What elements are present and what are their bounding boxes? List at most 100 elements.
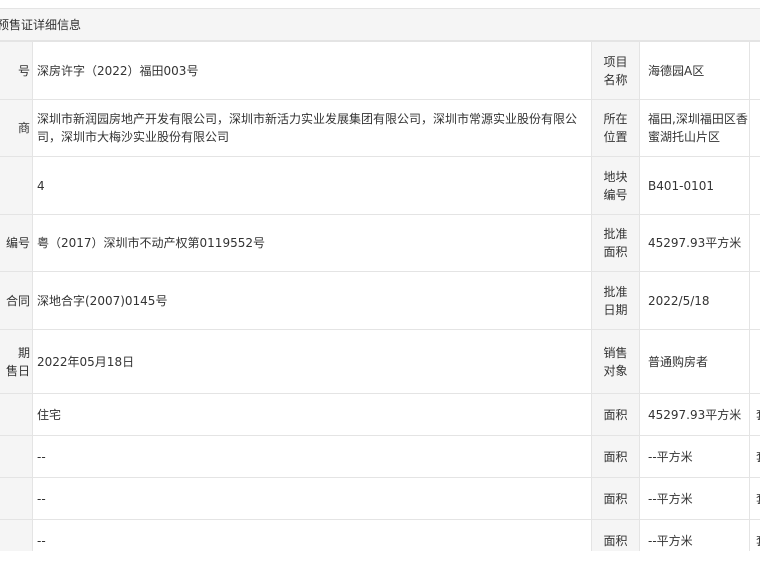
detail-row: -- 面积 --平方米 套 <box>0 435 760 478</box>
row-extra: 套 <box>756 492 760 506</box>
row-value-secondary-cell: 2022/5/18 <box>639 271 750 330</box>
row-value: -- <box>37 533 46 548</box>
detail-row: -- 面积 --平方米 套 <box>0 477 760 520</box>
row-extra-cell: 套 <box>749 477 760 520</box>
row-label-secondary-cell: 项目名称 <box>591 41 640 100</box>
row-value-secondary: B401-0101 <box>648 178 715 193</box>
row-value-secondary-cell: 45297.93平方米 <box>639 393 750 436</box>
detail-row: 编号 粤（2017）深圳市不动产权第0119552号 批准面积 45297.93平方米 <box>0 214 760 272</box>
row-extra-cell: 套 <box>749 519 760 551</box>
row-value: 深房许字（2022）福田003号 <box>37 63 199 78</box>
row-extra: 套 <box>756 450 760 464</box>
row-label-cell <box>0 393 33 436</box>
row-value: 深地合字(2007)0145号 <box>37 293 168 308</box>
row-value-secondary: 45297.93平方米 <box>648 236 742 250</box>
row-value-secondary-cell: B401-0101 <box>639 156 750 215</box>
row-label-cell <box>0 435 33 478</box>
row-label-secondary: 面积 <box>603 407 628 422</box>
row-value-secondary: --平方米 <box>648 449 693 464</box>
row-label-secondary-cell: 地块编号 <box>591 156 640 215</box>
detail-row: 号深房许字（2022）福田003号 项目名称 海德园A区 <box>0 41 760 100</box>
row-label: 合同 <box>5 293 30 308</box>
detail-row: -- 面积 --平方米 套 <box>0 519 760 551</box>
row-value-secondary-cell: --平方米 <box>639 519 750 551</box>
row-label-secondary-cell: 面积 <box>591 393 640 436</box>
row-value: -- <box>37 449 46 464</box>
row-value: 深圳市新润园房地产开发有限公司，深圳市新活力实业发展集团有限公司，深圳市常源实业… <box>37 112 578 144</box>
row-value-cell: -- <box>32 519 592 551</box>
row-label-secondary-cell: 所在位置 <box>591 99 640 157</box>
row-label-cell: 号 <box>0 41 33 100</box>
row-value-secondary: 普通购房者 <box>648 354 709 369</box>
row-value-cell: 深房许字（2022）福田003号 <box>32 41 592 100</box>
row-value: 2022年05月18日 <box>37 354 135 369</box>
row-label-secondary: 面积 <box>603 491 628 506</box>
row-label-cell <box>0 519 33 551</box>
row-value-secondary-cell: --平方米 <box>639 435 750 478</box>
row-label: 编号 <box>5 236 30 250</box>
row-label: 号 <box>17 63 30 78</box>
row-label-secondary: 批准日期 <box>603 284 628 317</box>
detail-row: 合同 深地合字(2007)0145号 批准日期 2022/5/18 <box>0 271 760 330</box>
row-label-cell <box>0 477 33 520</box>
row-value-secondary: 福田,深圳福田区香蜜湖托山片区 <box>648 112 748 144</box>
row-label-secondary-cell: 面积 <box>591 519 640 551</box>
row-value: 住宅 <box>37 407 62 422</box>
row-value-secondary: --平方米 <box>648 533 693 548</box>
row-extra-cell: 套 <box>749 393 760 436</box>
panel-header: 预售证详细信息 <box>0 8 760 41</box>
row-label-secondary-cell: 批准日期 <box>591 271 640 330</box>
detail-row: 商深圳市新润园房地产开发有限公司，深圳市新活力实业发展集团有限公司，深圳市常源实… <box>0 99 760 157</box>
row-value-cell: -- <box>32 477 592 520</box>
row-label-cell: 商 <box>0 99 33 157</box>
row-value-cell: 住宅 <box>32 393 592 436</box>
row-value-secondary-cell: 海德园A区 <box>639 41 750 100</box>
row-extra-cell <box>749 329 760 394</box>
row-label-secondary: 地块编号 <box>603 169 628 202</box>
row-label: 期 售日 <box>5 345 30 378</box>
row-extra-cell <box>749 99 760 157</box>
detail-table: 号深房许字（2022）福田003号 项目名称 海德园A区商深圳市新润园房地产开发有限… <box>0 41 760 551</box>
row-value-secondary-cell: 普通购房者 <box>639 329 750 394</box>
row-value-secondary: --平方米 <box>648 491 693 506</box>
row-value: 粤（2017）深圳市不动产权第0119552号 <box>37 236 265 250</box>
row-extra: 套 <box>756 534 760 548</box>
row-value-cell: 2022年05月18日 <box>32 329 592 394</box>
row-value-cell: -- <box>32 435 592 478</box>
row-extra-cell: 套 <box>749 435 760 478</box>
row-label-secondary-cell: 批准面积 <box>591 214 640 272</box>
row-extra-cell <box>749 271 760 330</box>
panel-title: 预售证详细信息 <box>0 18 82 32</box>
row-label-cell: 合同 <box>0 271 33 330</box>
row-value-cell: 4 <box>32 156 592 215</box>
row-label-secondary: 销售对象 <box>603 345 628 378</box>
row-value-secondary: 海德园A区 <box>648 63 705 78</box>
row-value: 4 <box>37 178 45 193</box>
detail-row: 4 地块编号 B401-0101 <box>0 156 760 215</box>
detail-row: 期 售日 2022年05月18日 销售对象 普通购房者 <box>0 329 760 394</box>
row-value-secondary-cell: --平方米 <box>639 477 750 520</box>
row-value-cell: 深地合字(2007)0145号 <box>32 271 592 330</box>
row-label-secondary: 面积 <box>603 533 628 548</box>
row-label-secondary: 面积 <box>603 449 628 464</box>
row-value-secondary: 45297.93平方米 <box>648 407 742 422</box>
row-value-secondary-cell: 45297.93平方米 <box>639 214 750 272</box>
row-label-secondary-cell: 销售对象 <box>591 329 640 394</box>
row-label-secondary-cell: 面积 <box>591 477 640 520</box>
row-value: -- <box>37 491 46 506</box>
row-extra-cell <box>749 214 760 272</box>
row-label-secondary-cell: 面积 <box>591 435 640 478</box>
row-label-secondary: 批准面积 <box>603 227 628 259</box>
row-extra-cell <box>749 41 760 100</box>
row-label-secondary: 项目名称 <box>603 54 628 87</box>
row-label-secondary: 所在位置 <box>603 112 628 144</box>
row-label-cell <box>0 156 33 215</box>
row-label-cell: 编号 <box>0 214 33 272</box>
row-label-cell: 期 售日 <box>0 329 33 394</box>
row-value-secondary-cell: 福田,深圳福田区香蜜湖托山片区 <box>639 99 750 157</box>
row-value-secondary: 2022/5/18 <box>648 293 710 308</box>
row-extra-cell <box>749 156 760 215</box>
row-value-cell: 深圳市新润园房地产开发有限公司，深圳市新活力实业发展集团有限公司，深圳市常源实业… <box>32 99 592 157</box>
row-extra: 套 <box>756 408 760 422</box>
presale-detail-panel: 预售证详细信息 号深房许字（2022）福田003号 项目名称 海德园A区商深圳市新润… <box>0 8 760 551</box>
